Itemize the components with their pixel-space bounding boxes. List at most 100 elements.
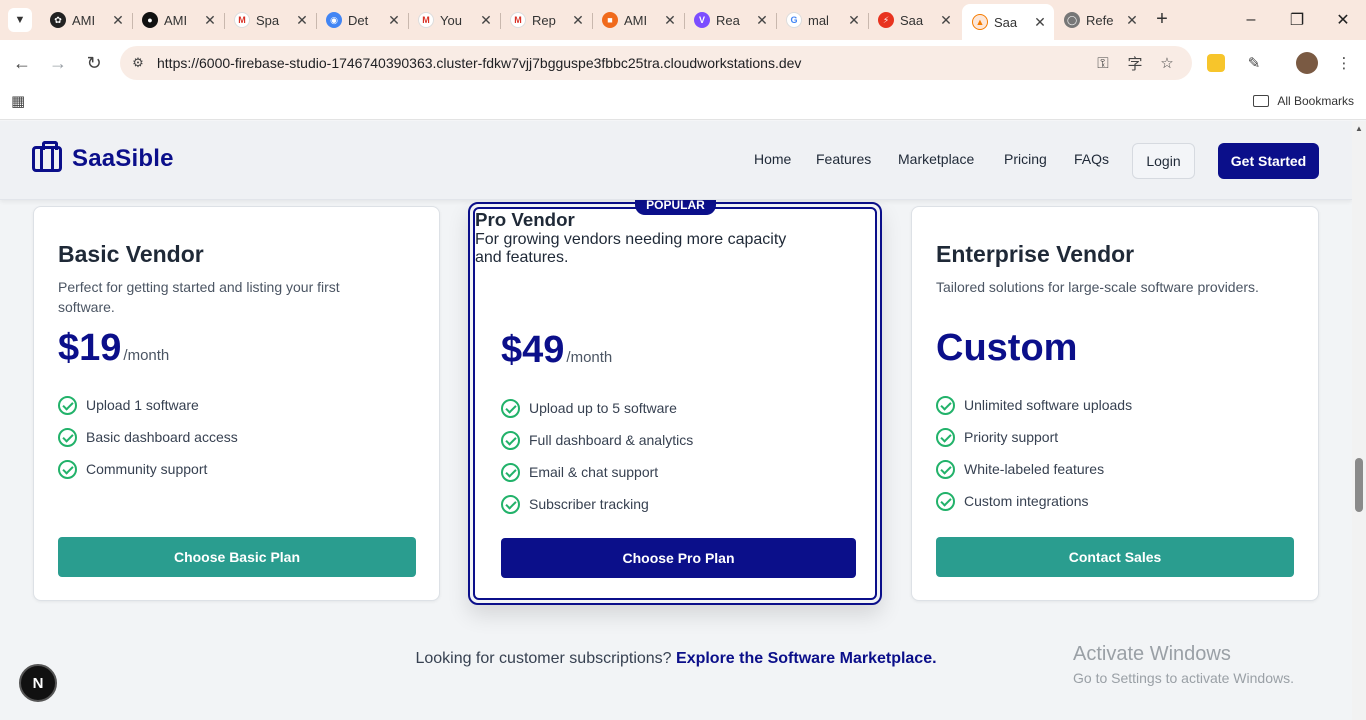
close-icon[interactable]: ✕ [1032, 14, 1048, 31]
page-viewport: SaaSible Home Features Marketplace Prici… [0, 121, 1352, 720]
url-text[interactable]: https://6000-firebase-studio-17467403903… [157, 55, 801, 71]
nav-marketplace[interactable]: Marketplace [898, 151, 974, 167]
plan-price: $19 /month [58, 327, 169, 370]
more-menu-icon[interactable]: ⋮ [1333, 52, 1355, 74]
browser-tab-active[interactable]: ▲ Saa ✕ [962, 4, 1054, 40]
browser-tab[interactable]: ● AMI ✕ [132, 4, 225, 36]
close-icon[interactable]: ✕ [846, 12, 862, 29]
profile-avatar[interactable] [1296, 52, 1318, 74]
browser-tab[interactable]: V Rea ✕ [684, 4, 777, 36]
contact-sales-button[interactable]: Contact Sales [936, 537, 1294, 577]
close-icon[interactable]: ✕ [1124, 12, 1140, 29]
price-period: /month [123, 347, 170, 364]
tab-title: Spa [256, 12, 280, 28]
check-circle-icon [501, 430, 520, 450]
apps-grid-icon[interactable]: ▦ [11, 94, 27, 110]
scroll-up-arrow-icon[interactable]: ▲ [1355, 124, 1363, 133]
plan-title: Enterprise Vendor [936, 241, 1135, 267]
bookmark-star-icon[interactable]: ☆ [1156, 52, 1178, 74]
password-key-icon[interactable]: ⚿ [1092, 52, 1114, 74]
choose-pro-plan-button[interactable]: Choose Pro Plan [501, 538, 856, 578]
tab-title: mal [808, 12, 829, 28]
close-icon[interactable]: ✕ [110, 12, 126, 29]
firebase-icon: ▲ [972, 14, 988, 30]
gmail-icon: M [234, 12, 250, 28]
site-header: SaaSible Home Features Marketplace Prici… [0, 121, 1352, 200]
feature-item: Upload 1 software [58, 389, 238, 421]
tab-title: Rea [716, 12, 740, 28]
app-icon: ■ [602, 12, 618, 28]
watermark-title: Activate Windows [1073, 643, 1231, 665]
restore-icon[interactable]: ❐ [1274, 0, 1320, 40]
tab-title: Rep [532, 12, 556, 28]
browser-tab-bar: ▼ ✿ AMI ✕ ● AMI ✕ M Spa ✕ ◉ Det ✕ M You … [0, 0, 1366, 40]
tab-search-chevron-icon[interactable]: ▼ [8, 8, 32, 32]
browser-tab[interactable]: M Spa ✕ [224, 4, 317, 36]
price-amount: $19 [58, 327, 122, 369]
choose-basic-plan-button[interactable]: Choose Basic Plan [58, 537, 416, 577]
browser-tab[interactable]: M Rep ✕ [500, 4, 593, 36]
explore-marketplace-link[interactable]: Explore the Software Marketplace. [676, 650, 937, 667]
chatgpt-icon: ✿ [50, 12, 66, 28]
brand-logo[interactable]: SaaSible [32, 141, 174, 173]
site-settings-icon[interactable]: ⚙ [128, 53, 148, 73]
check-circle-icon [936, 459, 955, 479]
plan-price: $49 /month [501, 329, 612, 372]
feature-list: Upload up to 5 software Full dashboard &… [501, 392, 693, 520]
back-icon[interactable]: ← [10, 51, 34, 75]
browser-tab[interactable]: ◯ Refe ✕ [1054, 4, 1146, 36]
check-circle-icon [501, 462, 520, 482]
close-icon[interactable]: ✕ [662, 12, 678, 29]
scroll-thumb[interactable] [1355, 458, 1363, 512]
close-icon[interactable]: ✕ [938, 12, 954, 29]
get-started-button[interactable]: Get Started [1218, 143, 1319, 179]
tab-title: Refe [1086, 12, 1114, 28]
nextjs-dev-badge[interactable]: N [19, 664, 57, 702]
tab-title: AMI [72, 12, 96, 28]
extension-keep-icon[interactable] [1207, 54, 1225, 72]
browser-tab[interactable]: ■ AMI ✕ [592, 4, 685, 36]
bolt-icon: ⚡ [878, 12, 894, 28]
feature-item: Full dashboard & analytics [501, 424, 693, 456]
feature-item: Basic dashboard access [58, 421, 238, 453]
close-icon[interactable]: ✕ [294, 12, 310, 29]
nav-home[interactable]: Home [754, 151, 791, 167]
check-circle-icon [58, 427, 77, 447]
login-button[interactable]: Login [1132, 143, 1195, 179]
close-icon[interactable]: ✕ [202, 12, 218, 29]
all-bookmarks-button[interactable]: All Bookmarks [1253, 94, 1354, 108]
feature-item: Unlimited software uploads [936, 389, 1132, 421]
feature-list: Unlimited software uploads Priority supp… [936, 389, 1132, 517]
close-icon[interactable]: ✕ [386, 12, 402, 29]
forward-icon[interactable]: → [46, 51, 70, 75]
close-icon[interactable]: ✕ [570, 12, 586, 29]
marketplace-prompt-text: Looking for customer subscriptions? [415, 650, 672, 667]
tab-title: Det [348, 12, 369, 28]
address-bar[interactable]: ⚙ https://6000-firebase-studio-174674039… [120, 46, 1192, 80]
feature-item: Email & chat support [501, 456, 693, 488]
browser-tab[interactable]: ✿ AMI ✕ [40, 4, 133, 36]
nav-pricing[interactable]: Pricing [1004, 151, 1047, 167]
close-icon[interactable]: ✕ [478, 12, 494, 29]
nav-features[interactable]: Features [816, 151, 871, 167]
page-scrollbar[interactable]: ▲ [1352, 121, 1366, 720]
close-icon[interactable]: ✕ [754, 12, 770, 29]
reload-icon[interactable]: ↻ [82, 51, 106, 75]
tab-title: AMI [624, 12, 648, 28]
extensions-puzzle-icon[interactable]: ✎ [1243, 52, 1265, 74]
nav-faqs[interactable]: FAQs [1074, 151, 1109, 167]
window-close-icon[interactable]: ✕ [1320, 0, 1366, 40]
translate-icon[interactable]: 字 [1124, 52, 1146, 74]
plan-card-basic: Basic Vendor Perfect for getting started… [33, 206, 440, 601]
browser-tab[interactable]: ⚡ Saa ✕ [868, 4, 960, 36]
vite-icon: V [694, 12, 710, 28]
check-circle-icon [58, 395, 77, 415]
new-tab-icon[interactable]: + [1150, 8, 1174, 32]
check-circle-icon [501, 398, 520, 418]
browser-tab[interactable]: ◉ Det ✕ [316, 4, 409, 36]
minimize-icon[interactable]: – [1228, 0, 1274, 40]
browser-tab[interactable]: G mal ✕ [776, 4, 869, 36]
github-icon: ● [142, 12, 158, 28]
browser-tab[interactable]: M You ✕ [408, 4, 501, 36]
watermark-subtitle: Go to Settings to activate Windows. [1073, 670, 1294, 686]
